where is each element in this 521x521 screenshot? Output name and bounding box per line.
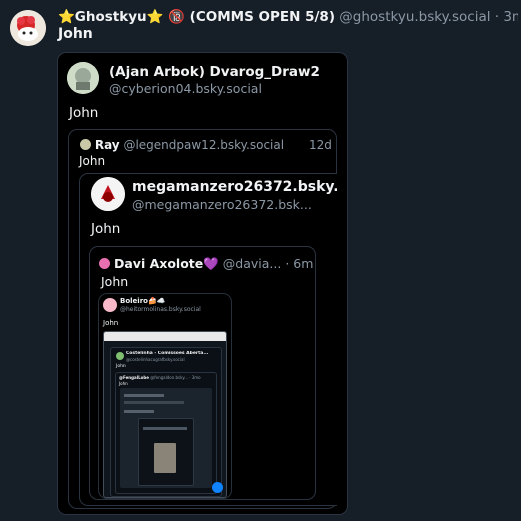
paw-avatar-icon (80, 139, 91, 150)
deep-line-2 (124, 401, 184, 404)
nested-quote-card[interactable]: Ray @legendpaw12.bsky.social 12d John me… (68, 129, 337, 509)
nested-handle[interactable]: @legendpaw12.bsky.social (123, 138, 284, 152)
boleiro-avatar (103, 298, 117, 312)
deep-phone-frame (138, 418, 194, 486)
author-handle[interactable]: @ghostkyu.bsky.social (339, 9, 490, 25)
nested-display-name[interactable]: Ray (95, 138, 120, 152)
axolote-avatar-icon (99, 258, 110, 269)
compose-fab-icon[interactable] (212, 482, 223, 493)
post-timestamp[interactable]: · 3min (495, 9, 518, 25)
costelinha-handle: @costelinhacugrafbsky.social (126, 357, 185, 362)
davi-handle[interactable]: @davia... (223, 256, 282, 271)
embedded-screenshot[interactable]: Costelinha - Comissões Aberta... @costel… (103, 331, 227, 498)
nested-quote-card-3[interactable]: Davi Axolote💜 @davia... · 6mo John Bolei… (89, 246, 316, 500)
ghost-avatar-art-icon (10, 10, 46, 46)
nested-timestamp[interactable]: 12d (309, 138, 332, 152)
boleiro-text: John (103, 319, 119, 327)
nested-text: John (79, 154, 106, 168)
boleiro-display-name[interactable]: Boleiro🍰☁️ (120, 297, 165, 305)
costelinha-display-name: Costelinha - Comissões Aberta... (126, 351, 209, 356)
author-avatar[interactable] (10, 10, 46, 46)
davi-header: Davi Axolote💜 @davia... · 6mo (99, 256, 314, 272)
davi-display-name[interactable]: Davi Axolote💜 (114, 256, 219, 271)
costelinha-text: John (116, 364, 126, 369)
costelinha-avatar (116, 352, 124, 360)
screenshot-inner-card: Costelinha - Comissões Aberta... @costel… (110, 347, 222, 497)
mega-text: John (91, 221, 121, 237)
megaman-avatar-icon (91, 177, 125, 211)
davi-text: John (101, 274, 129, 289)
fengal-line: @FengalLobe @fengaldon.bsky... · 3mo (119, 375, 201, 380)
nested-quote-header: Ray @legendpaw12.bsky.social (80, 138, 330, 152)
deep-line-3 (124, 410, 154, 413)
screenshot-nested: @FengalLobe @fengaldon.bsky... · 3mo Joh… (115, 372, 217, 494)
post-header: ⭐Ghostkyu⭐ 🔞 (COMMS OPEN 5/8) @ghostkyu.… (58, 8, 518, 26)
quote-display-name[interactable]: (Ajan Arbok) Dvarog_Draw2 (109, 64, 320, 80)
quote-handle[interactable]: @cyberion04.bsky.social (109, 81, 262, 96)
quote-author-avatar (67, 62, 99, 94)
arbok-avatar-icon (67, 62, 99, 94)
quote-text: John (69, 105, 99, 121)
deep-line-1 (124, 394, 164, 397)
quoted-post-card[interactable]: (Ajan Arbok) Dvarog_Draw2 @cyberion04.bs… (57, 52, 348, 515)
screenshot-deep-card (120, 388, 212, 488)
fengal-handle: @fengaldon.bsky... · 3mo (150, 375, 201, 380)
fengal-display-name: @FengalLobe (119, 375, 149, 380)
post-text: John (58, 26, 93, 42)
boleiro-handle[interactable]: @heitormolinas.bsky.social (120, 306, 201, 313)
fengal-text: John (119, 381, 128, 386)
nested-quote-card-4[interactable]: Boleiro🍰☁️ @heitormolinas.bsky.social Jo… (98, 293, 232, 499)
author-display-name[interactable]: ⭐Ghostkyu⭐ 🔞 (COMMS OPEN 5/8) (58, 9, 335, 25)
mega-avatar (91, 177, 125, 211)
deep-phone-image (154, 443, 176, 473)
deep-phone-bar (143, 427, 187, 430)
davi-timestamp[interactable]: · 6mo (285, 256, 314, 271)
screenshot-topbar (104, 332, 226, 341)
nested-quote-card-2[interactable]: megamanzero26372.bsky.so @megamanzero263… (79, 173, 337, 506)
mega-display-name[interactable]: megamanzero26372.bsky.so (132, 179, 337, 195)
mega-handle[interactable]: @megamanzero26372.bsk... (132, 197, 312, 212)
